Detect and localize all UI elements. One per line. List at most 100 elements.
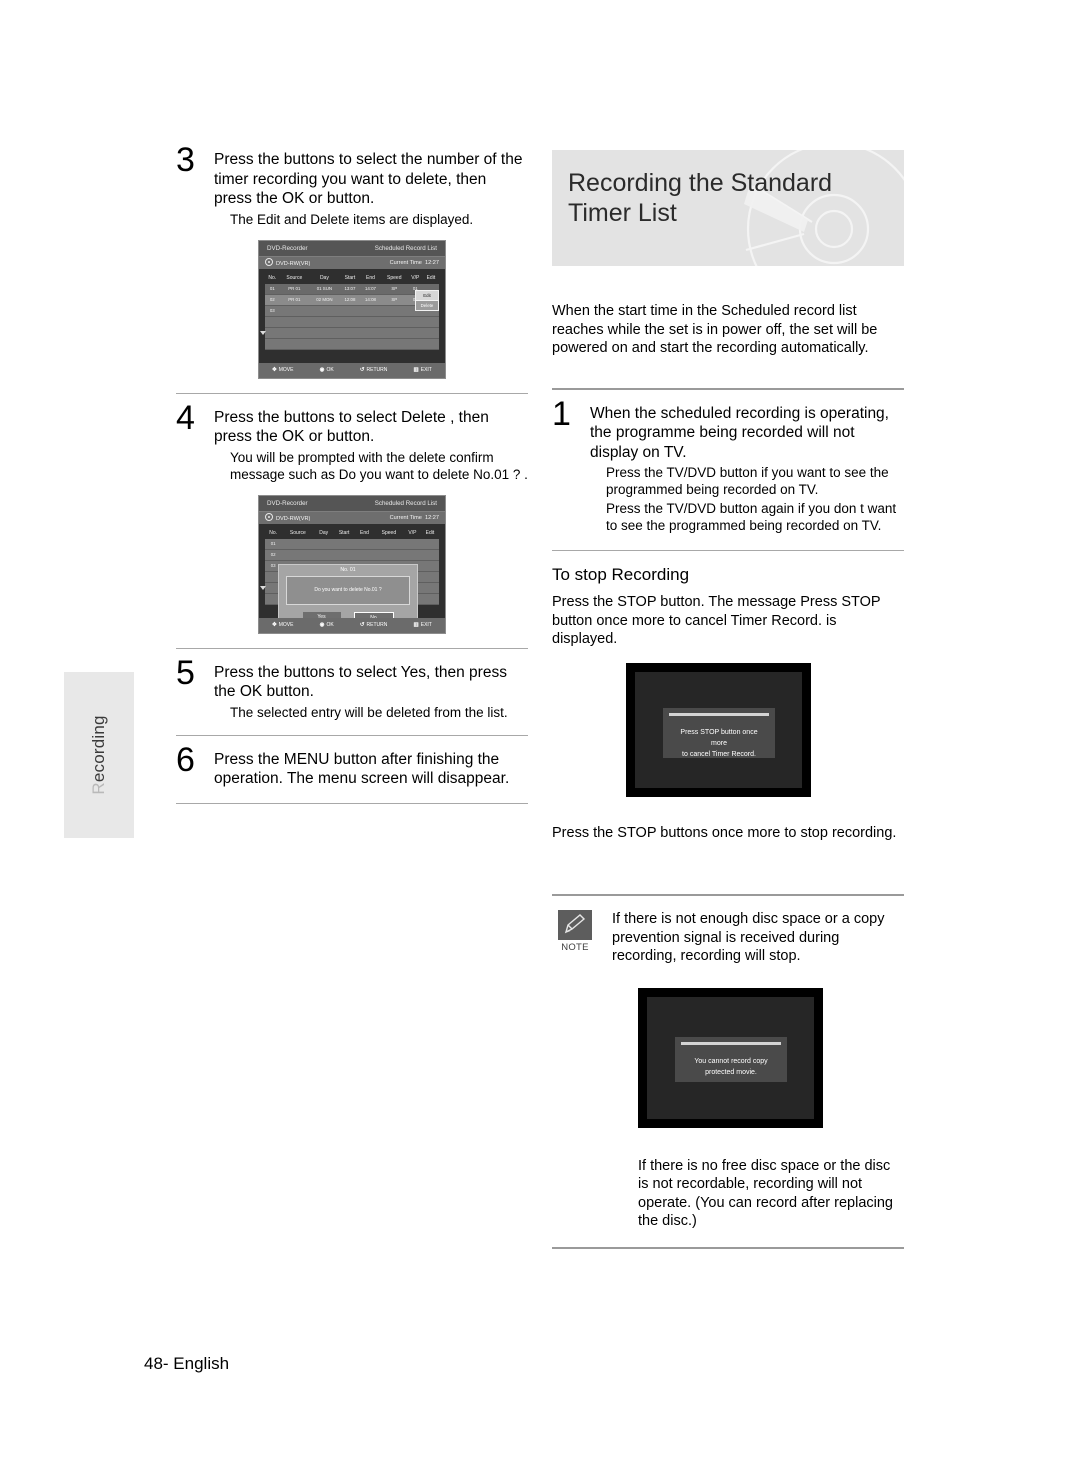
step-4-subtext: You will be prompted with the delete con… xyxy=(230,449,528,482)
table-row[interactable]: 01 PR 01 01 SUN 13:07 14:07 SP 01 xyxy=(265,283,439,295)
col-no: No. xyxy=(269,529,278,536)
osd-delete-confirm: DVD-Recorder Scheduled Record List DVD-R… xyxy=(258,494,446,634)
footbar-exit[interactable]: ▥ EXIT xyxy=(414,622,432,628)
scroll-down-arrow-icon[interactable] xyxy=(260,330,266,335)
tv-screenshot-2-wrap: You cannot record copy protected movie. xyxy=(638,987,904,1133)
footbar-return[interactable]: ↺ RETURN xyxy=(360,367,387,373)
dpad-icon: ✥ xyxy=(272,622,277,628)
footbar-ok[interactable]: ◉ OK xyxy=(320,367,334,373)
menu-item-edit[interactable]: Edit xyxy=(416,290,438,300)
cell-day: 02 MON xyxy=(309,294,340,306)
return-icon: ↺ xyxy=(359,367,365,373)
col-start: Start xyxy=(344,274,356,281)
step-5-text: Press the buttons to select Yes, then pr… xyxy=(214,663,507,701)
table-row[interactable] xyxy=(265,327,439,339)
cell-day: 01 SUN xyxy=(309,283,340,295)
table-row[interactable]: 02 PR 01 02 MON 12:08 14:08 SP 01 xyxy=(265,294,439,306)
osd-table-header-row: No. Source Day Start End Speed V/P Edit xyxy=(265,274,439,284)
divider xyxy=(176,734,528,736)
osd-table-header-row: No. Source Day Start End Speed V/P Edit xyxy=(265,529,439,539)
chapter-side-tab-label: Recording xyxy=(89,715,109,794)
cell-empty xyxy=(265,327,439,339)
divider xyxy=(552,387,904,390)
osd-message-box: You cannot record copy protected movie. xyxy=(675,1036,787,1082)
cell-source xyxy=(279,305,310,317)
page-number: 48- English xyxy=(144,1354,230,1373)
osd-body: No. Source Day Start End Speed V/P Edit xyxy=(259,269,445,350)
divider xyxy=(176,392,528,394)
osd-current-time-value: 12:27 xyxy=(425,514,439,521)
footbar-return-label: RETURN xyxy=(366,367,388,373)
osd-current-time-label: Current Time xyxy=(389,259,422,266)
menu-item-delete[interactable]: Delete xyxy=(416,299,438,310)
table-row[interactable] xyxy=(265,316,439,328)
cell-speed: SP xyxy=(380,294,408,306)
col-source: Source xyxy=(289,529,306,536)
col-speed: Speed xyxy=(381,529,397,536)
dialog-message: Do you want to delete No.01 ? xyxy=(286,575,410,605)
osd-body: No. Source Day Start End Speed V/P Edit xyxy=(259,524,445,630)
footbar-exit-label: EXIT xyxy=(420,367,432,373)
disc-icon xyxy=(265,258,273,266)
footbar-ok-label: OK xyxy=(326,622,334,628)
table-row[interactable]: 01 xyxy=(265,538,439,550)
tv-screenshot-1-wrap: Press STOP button once more to cancel Ti… xyxy=(626,662,904,802)
step-4-text: Press the buttons to select Delete , the… xyxy=(214,408,489,446)
col-source: Source xyxy=(286,274,303,281)
osd-footer-bar: ✥ MOVE ◉ OK ↺ RETURN ▥ EXIT xyxy=(259,617,445,633)
cell-speed xyxy=(380,305,408,317)
scroll-down-arrow-icon[interactable] xyxy=(260,585,266,590)
step-5-subtext: The selected entry will be deleted from … xyxy=(230,704,508,720)
tv-screen: You cannot record copy protected movie. xyxy=(647,996,814,1119)
footbar-return[interactable]: ↺ RETURN xyxy=(360,622,387,628)
stop-recording-heading: To stop Recording xyxy=(552,565,690,584)
menu-icon: ▥ xyxy=(413,622,419,628)
cell-day xyxy=(309,305,340,317)
divider xyxy=(552,550,904,551)
col-vp: V/P xyxy=(408,529,417,536)
right-column: Recording the Standard Timer List When t… xyxy=(552,150,904,1263)
step-1-subtext-a: Press the TV/DVD button if you want to s… xyxy=(606,465,889,497)
tv-bezel: You cannot record copy protected movie. xyxy=(638,987,823,1128)
tv-bezel: Press STOP button once more to cancel Ti… xyxy=(626,662,811,797)
osd-disc-type-group: DVD-RW(VR) xyxy=(265,258,310,267)
osd-disc-type: DVD-RW(VR) xyxy=(276,516,311,522)
footbar-exit[interactable]: ▥ EXIT xyxy=(414,367,432,373)
osd-current-time-group: Current Time 12:27 xyxy=(390,515,439,521)
tv-screen: Press STOP button once more to cancel Ti… xyxy=(635,671,802,788)
footbar-ok[interactable]: ◉ OK xyxy=(320,622,334,628)
footbar-move-label: MOVE xyxy=(278,367,294,373)
osd-screenshot-record-list-wrap: DVD-Recorder Scheduled Record List DVD-R… xyxy=(176,239,528,379)
cell-end: 14:08 xyxy=(360,294,381,306)
footbar-move[interactable]: ✥ MOVE xyxy=(272,367,293,373)
page-title: Recording the Standard Timer List xyxy=(568,168,832,228)
note-label: NOTE xyxy=(561,942,589,953)
step-4-number: 4 xyxy=(176,398,195,437)
osd-screen-title: Scheduled Record List xyxy=(374,244,437,252)
cell-end xyxy=(360,305,381,317)
step-1-subtext-b: Press the TV/DVD button again if you don… xyxy=(606,501,897,533)
osd-title-bar: DVD-Recorder Scheduled Record List xyxy=(259,240,445,256)
cell-speed: SP xyxy=(380,283,408,295)
pencil-note-icon xyxy=(558,910,592,940)
cell-rest xyxy=(281,538,439,550)
stop-recording-body: Press the STOP button. The message Press… xyxy=(552,594,881,647)
step-3: 3 Press the buttons to select the number… xyxy=(176,143,528,228)
col-end: End xyxy=(366,274,375,281)
message-line-1: Press STOP button once more xyxy=(680,728,758,747)
osd-record-table: No. Source Day Start End Speed V/P Edit xyxy=(265,274,439,350)
dpad-icon: ✥ xyxy=(272,367,277,373)
disc-icon xyxy=(265,513,273,521)
cell-start xyxy=(339,305,361,317)
table-row[interactable]: 02 xyxy=(265,549,439,561)
dialog-title: No. 01 xyxy=(340,566,356,573)
table-row[interactable] xyxy=(265,338,439,350)
edit-delete-popup-menu[interactable]: Edit Delete xyxy=(415,289,439,311)
osd-current-time-group: Current Time 12:27 xyxy=(390,260,439,266)
step-6-text: Press the MENU button after finishing th… xyxy=(214,750,510,788)
ok-icon: ◉ xyxy=(319,367,325,373)
table-row[interactable]: 03 xyxy=(265,305,439,317)
footbar-move[interactable]: ✥ MOVE xyxy=(272,622,293,628)
cell-start: 13:07 xyxy=(339,283,361,295)
cell-source: PR 01 xyxy=(279,294,310,306)
